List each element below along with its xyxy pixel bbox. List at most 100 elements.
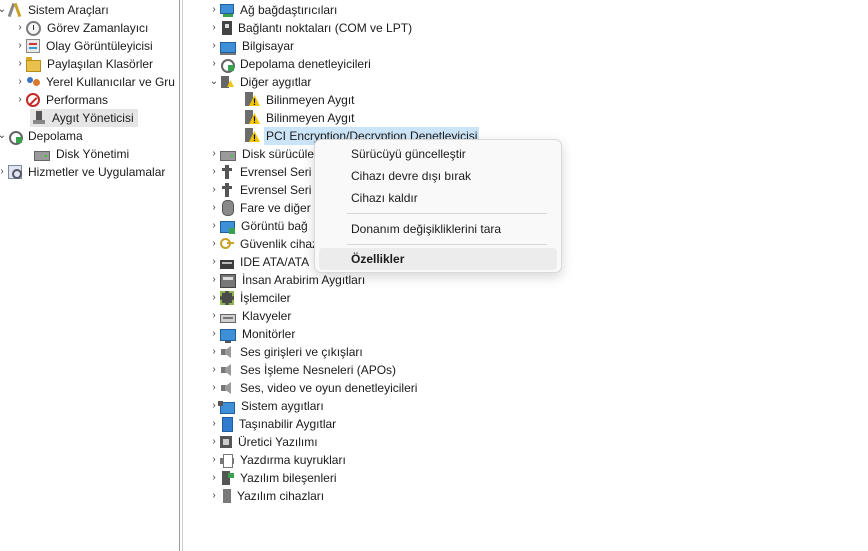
tree-item-disk-management[interactable]: Disk Yönetimi [34, 145, 131, 163]
expand-arrow-icon[interactable]: › [208, 415, 220, 433]
clock-icon [26, 20, 41, 36]
menu-item-scan-hardware[interactable]: Donanım değişikliklerini tara [319, 218, 557, 240]
tree-item-label: Disk Yönetimi [56, 147, 130, 161]
category-computer[interactable]: › Bilgisayar [208, 37, 296, 55]
tree-item-local-users[interactable]: › Yerel Kullanıcılar ve Gru [14, 73, 177, 91]
menu-item-properties[interactable]: Özellikler [319, 248, 557, 270]
category-audio-io[interactable]: › Ses girişleri ve çıkışları [208, 343, 365, 361]
expand-arrow-icon[interactable]: › [208, 433, 220, 451]
category-processors[interactable]: › İşlemciler [208, 289, 293, 307]
event-log-icon [26, 39, 40, 53]
tree-item-services-apps[interactable]: › Hizmetler ve Uygulamalar [0, 163, 167, 181]
expand-arrow-icon[interactable]: › [208, 379, 220, 397]
category-display-adapters[interactable]: › Görüntü bağ [208, 217, 310, 235]
shared-folder-icon [26, 57, 41, 72]
performance-icon [26, 93, 40, 107]
expand-arrow-icon[interactable]: › [208, 163, 220, 181]
expand-arrow-icon[interactable]: › [208, 1, 220, 19]
category-sound-video-game[interactable]: › Ses, video ve oyun denetleyicileri [208, 379, 419, 397]
pane-splitter[interactable] [178, 0, 186, 551]
device-context-menu: Sürücüyü güncelleştir Cihazı devre dışı … [314, 139, 562, 273]
expand-arrow-icon[interactable]: › [14, 19, 26, 37]
category-monitors[interactable]: › Monitörler [208, 325, 297, 343]
category-audio-processing[interactable]: › Ses İşleme Nesneleri (APOs) [208, 361, 398, 379]
expand-arrow-icon[interactable]: › [208, 145, 220, 163]
expand-arrow-icon[interactable]: › [208, 271, 220, 289]
expand-arrow-icon[interactable]: › [208, 343, 220, 361]
tree-item-label: Performans [46, 93, 109, 107]
expand-arrow-icon[interactable]: › [208, 181, 220, 199]
expand-arrow-icon[interactable]: › [208, 307, 220, 325]
category-security-devices[interactable]: › Güvenlik cihaz [208, 235, 320, 253]
category-usb-1[interactable]: › Evrensel Seri [208, 163, 313, 181]
category-firmware[interactable]: › Üretici Yazılımı [208, 433, 320, 451]
expand-arrow-icon[interactable]: › [0, 163, 8, 181]
device-unknown-1[interactable]: Bilinmeyen Aygıt [244, 91, 357, 109]
expand-arrow-icon[interactable]: ⌄ [208, 73, 220, 91]
tree-item-system-tools[interactable]: ⌄ Sistem Araçları [0, 1, 111, 19]
category-software-devices[interactable]: › Yazılım cihazları [208, 487, 326, 505]
expand-arrow-icon[interactable]: › [208, 55, 220, 73]
category-storage-controllers[interactable]: › Depolama denetleyicileri [208, 55, 373, 73]
category-usb-2[interactable]: › Evrensel Seri [208, 181, 313, 199]
tree-item-event-viewer[interactable]: › Olay Görüntüleyicisi [14, 37, 155, 55]
expand-arrow-icon[interactable]: › [208, 199, 220, 217]
category-label: Diğer aygıtlar [240, 75, 312, 89]
expand-arrow-icon[interactable]: ⌄ [0, 1, 8, 19]
unknown-device-warning-icon [244, 110, 260, 126]
menu-item-update-driver[interactable]: Sürücüyü güncelleştir [319, 143, 557, 165]
expand-arrow-icon[interactable]: › [14, 73, 26, 91]
category-label: Ses İşleme Nesneleri (APOs) [240, 363, 397, 377]
expand-arrow-icon[interactable]: › [208, 289, 220, 307]
expand-arrow-icon[interactable]: › [208, 487, 220, 505]
expand-arrow-icon[interactable]: › [208, 361, 220, 379]
disk-drive-icon [220, 151, 236, 161]
category-network-adapters[interactable]: › Ağ bağdaştırıcıları [208, 1, 339, 19]
processor-icon [220, 291, 234, 305]
category-other-devices[interactable]: ⌄ Diğer aygıtlar [208, 73, 313, 91]
expand-arrow-icon[interactable]: › [208, 235, 220, 253]
category-portable-devices[interactable]: › Taşınabilir Aygıtlar [208, 415, 338, 433]
expand-arrow-icon[interactable]: › [208, 451, 220, 469]
expand-arrow-icon[interactable]: › [208, 253, 220, 271]
category-software-components[interactable]: › Yazılım bileşenleri [208, 469, 338, 487]
category-label: Yazdırma kuyrukları [240, 453, 346, 467]
expand-arrow-icon[interactable]: › [208, 325, 220, 343]
expand-arrow-icon[interactable]: › [14, 91, 26, 109]
expand-arrow-icon[interactable]: › [208, 469, 220, 487]
category-ports[interactable]: › Bağlantı noktaları (COM ve LPT) [208, 19, 414, 37]
expand-arrow-icon[interactable]: › [208, 217, 220, 235]
tree-item-storage[interactable]: ⌄ Depolama [0, 127, 85, 145]
tree-item-device-manager[interactable]: Aygıt Yöneticisi [30, 109, 138, 127]
tree-item-shared-folders[interactable]: › Paylaşılan Klasörler [14, 55, 155, 73]
category-hid[interactable]: › İnsan Arabirim Aygıtları [208, 271, 367, 289]
category-label: Fare ve diğer [240, 201, 311, 215]
audio-processing-icon [220, 363, 234, 377]
network-adapter-icon [220, 3, 234, 17]
tree-item-task-scheduler[interactable]: › Görev Zamanlayıcı [14, 19, 150, 37]
category-ide-controllers[interactable]: › IDE ATA/ATA [208, 253, 311, 271]
menu-item-uninstall-device[interactable]: Cihazı kaldır [319, 187, 557, 209]
expand-arrow-icon[interactable]: › [14, 37, 26, 55]
computer-icon [220, 41, 236, 55]
expand-arrow-icon[interactable]: › [14, 55, 26, 73]
security-device-icon [220, 237, 234, 251]
expand-arrow-icon[interactable]: ⌄ [0, 127, 8, 145]
category-label: Ses, video ve oyun denetleyicileri [240, 381, 418, 395]
category-system-devices[interactable]: › Sistem aygıtları [208, 397, 326, 415]
menu-separator [347, 213, 547, 214]
category-disk-drives[interactable]: › Disk sürücüle [208, 145, 316, 163]
expand-arrow-icon[interactable]: › [208, 37, 220, 55]
category-label: Evrensel Seri [240, 183, 312, 197]
expand-arrow-icon[interactable]: › [208, 19, 220, 37]
tree-item-performance[interactable]: › Performans [14, 91, 110, 109]
category-keyboards[interactable]: › Klavyeler [208, 307, 293, 325]
disk-icon [34, 151, 50, 161]
category-mice[interactable]: › Fare ve diğer [208, 199, 313, 217]
sound-video-game-icon [220, 381, 234, 395]
category-label: Monitörler [242, 327, 296, 341]
menu-item-disable-device[interactable]: Cihazı devre dışı bırak [319, 165, 557, 187]
device-unknown-2[interactable]: Bilinmeyen Aygıt [244, 109, 357, 127]
category-print-queues[interactable]: › Yazdırma kuyrukları [208, 451, 348, 469]
software-component-icon [220, 471, 234, 485]
